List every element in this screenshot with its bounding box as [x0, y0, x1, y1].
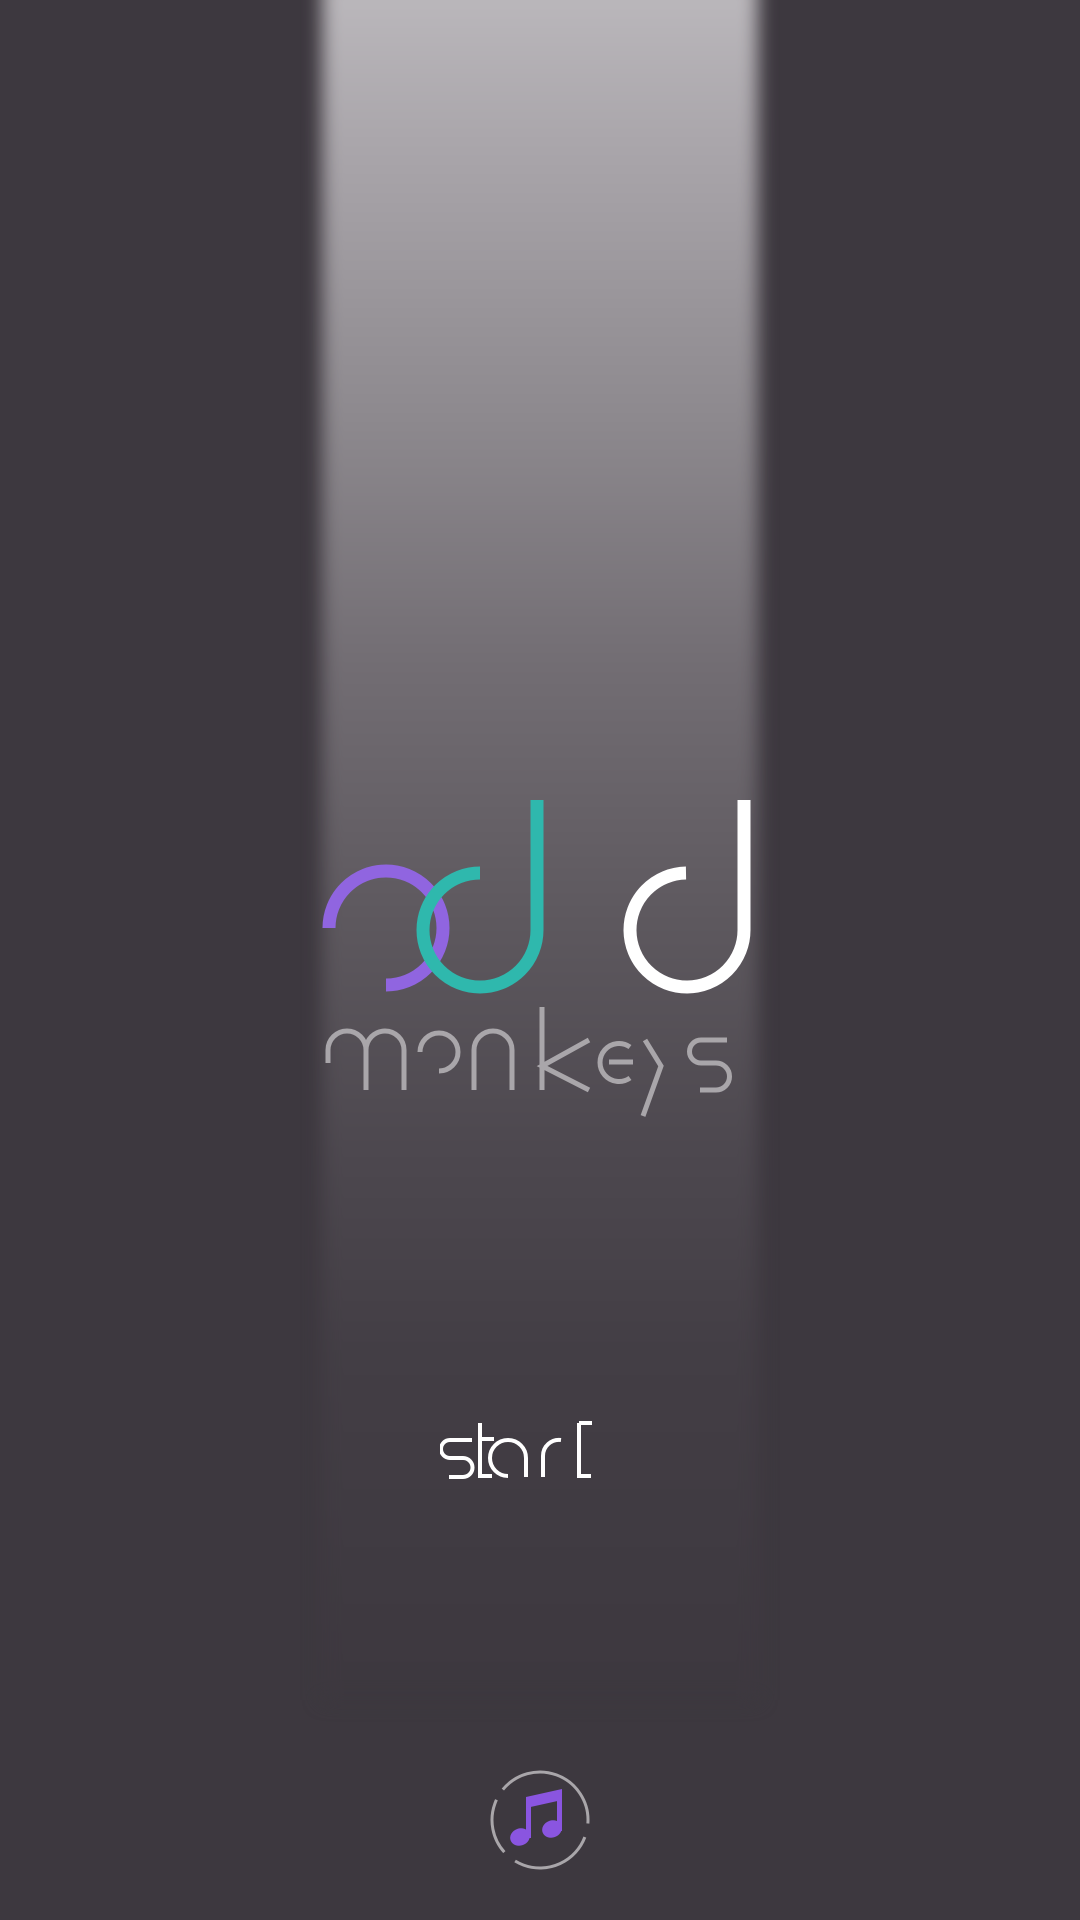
start-button[interactable]: start: [440, 1412, 640, 1496]
logo-lettering: [322, 800, 751, 1117]
logo-subtitle-lettering: [325, 1007, 732, 1117]
title-screen: odd monkeys: [0, 0, 1080, 1920]
music-toggle-button[interactable]: [488, 1768, 592, 1872]
start-lettering: [440, 1421, 592, 1479]
game-logo: odd monkeys: [322, 790, 758, 1130]
music-note-icon: [510, 1789, 562, 1846]
music-toggle-ring: [490, 1770, 590, 1870]
logo-letter-d-second: [623, 800, 751, 994]
music-toggle-graphic: [490, 1770, 590, 1870]
